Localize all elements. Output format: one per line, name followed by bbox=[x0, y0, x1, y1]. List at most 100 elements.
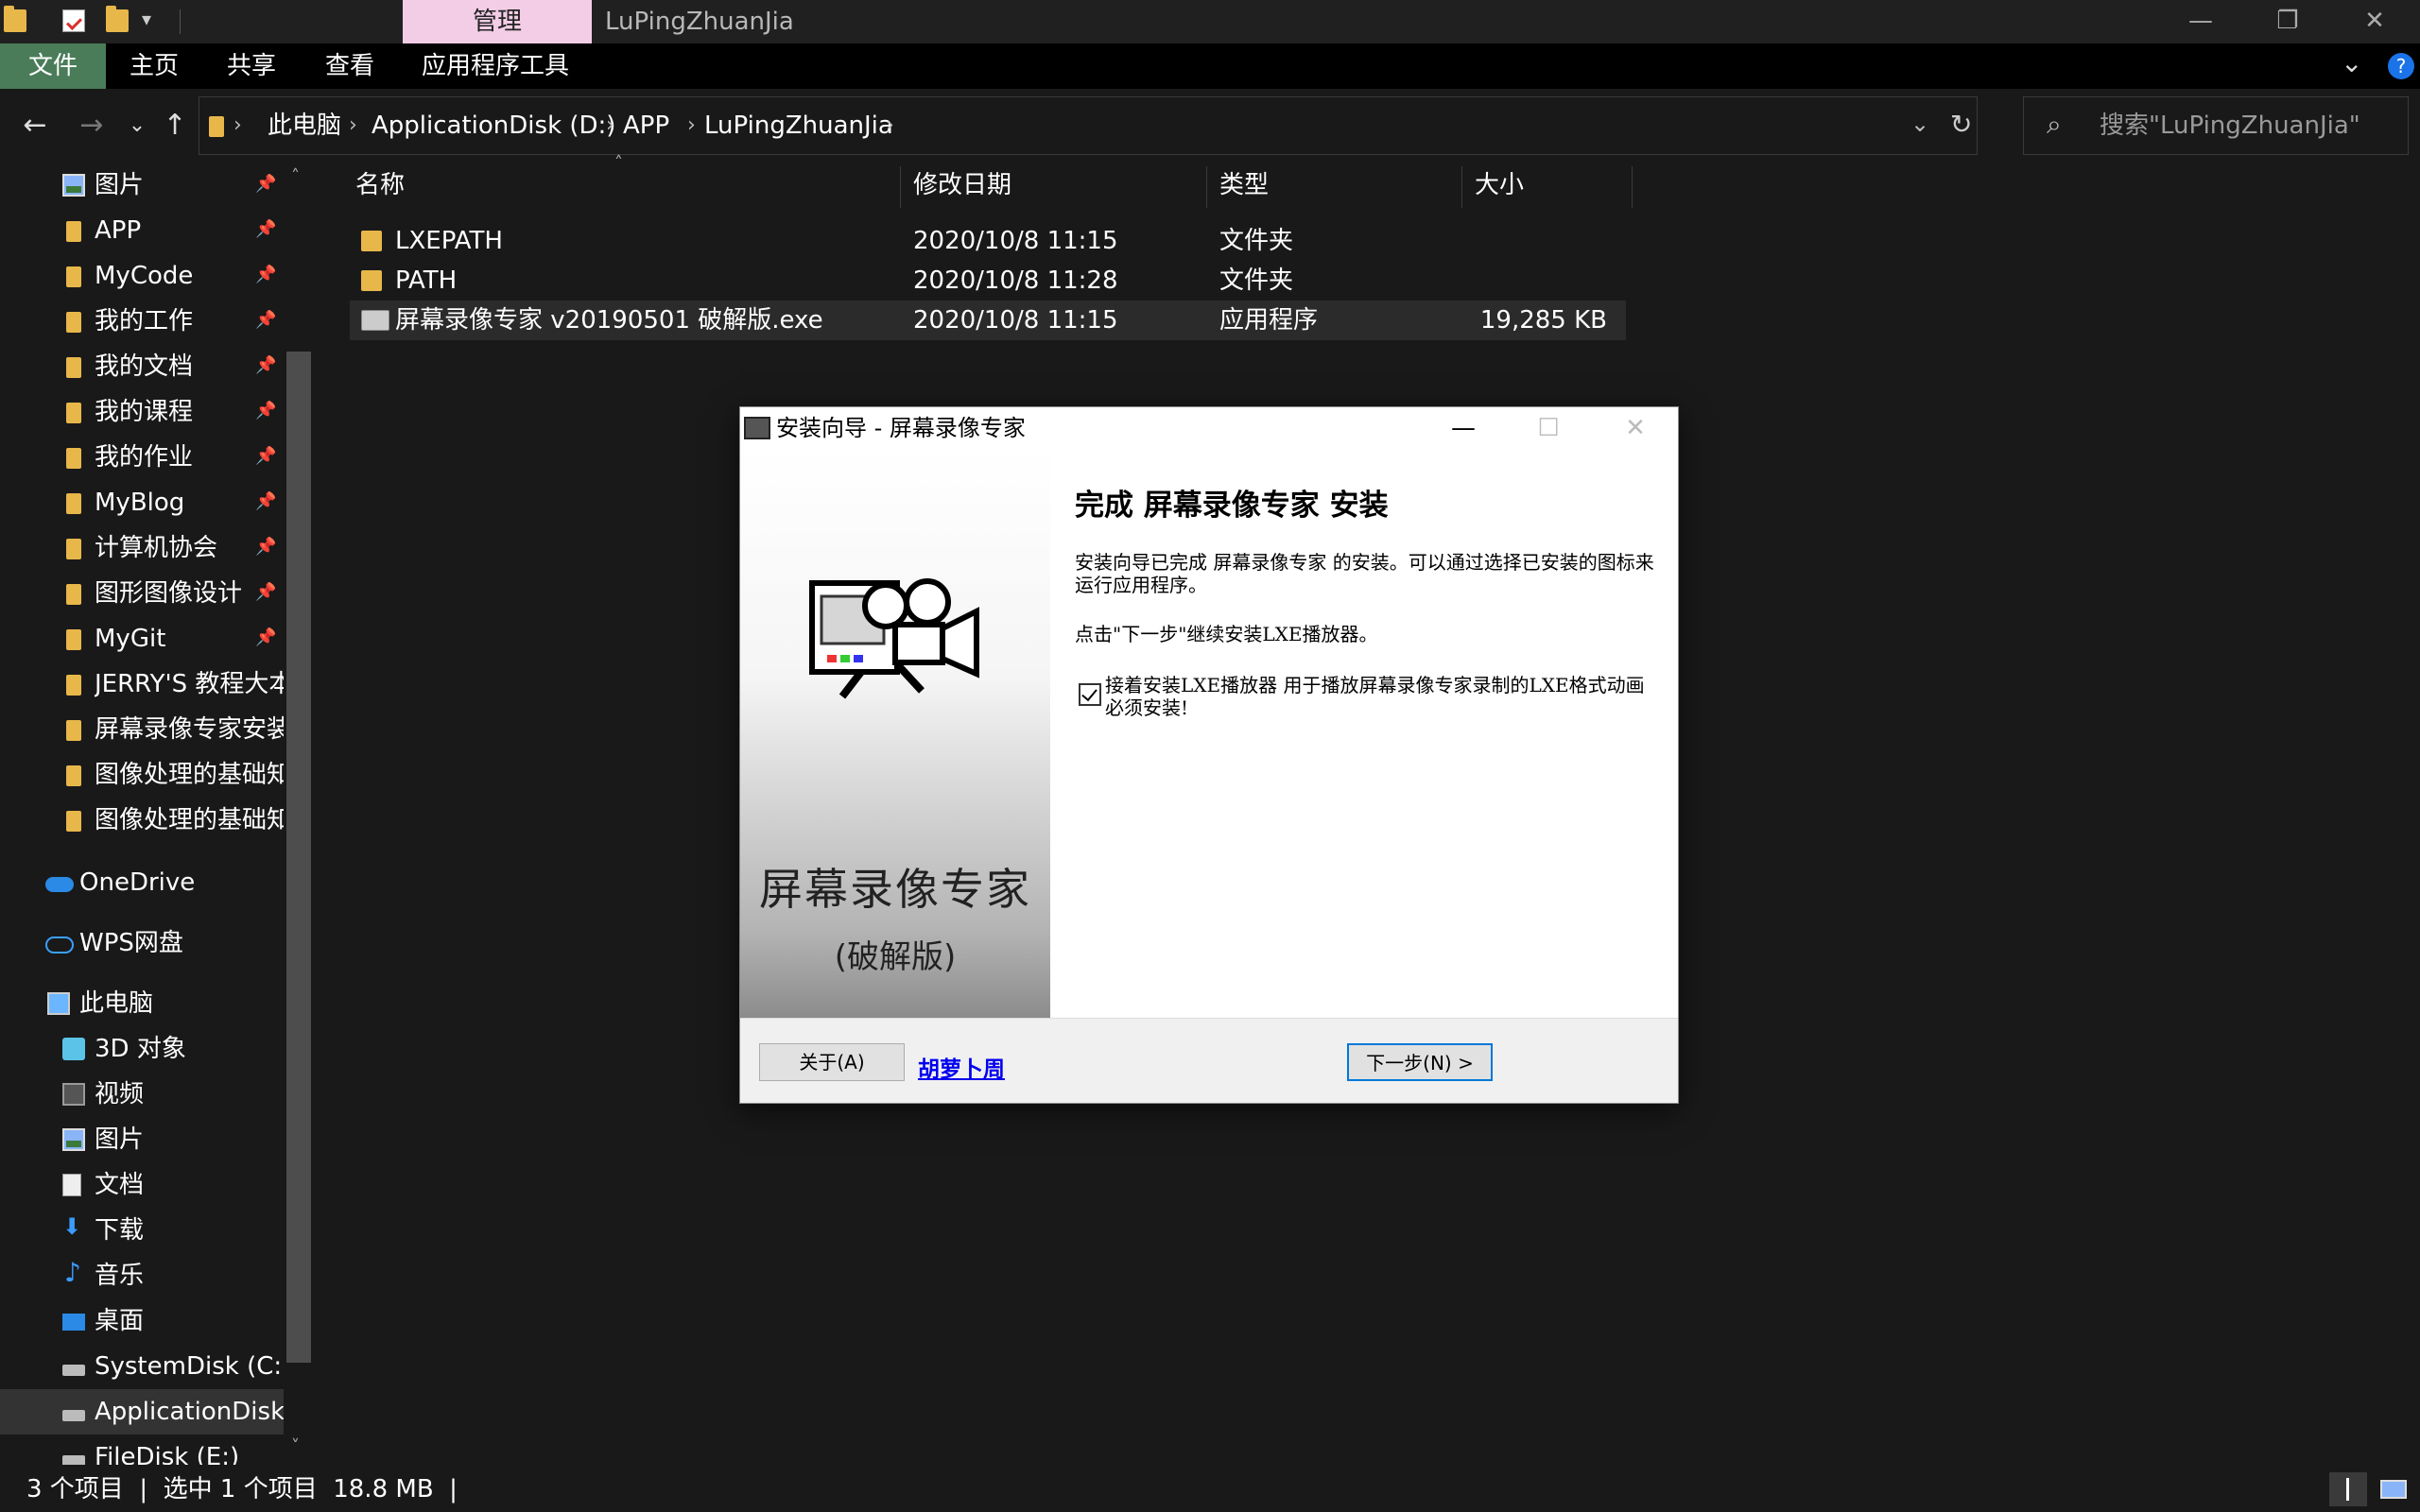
refresh-icon[interactable]: ↻ bbox=[1950, 109, 1972, 140]
sidebar-item-myblog[interactable]: MyBlog 📌 bbox=[0, 480, 284, 525]
column-header-date[interactable]: 修改日期 bbox=[913, 166, 1011, 204]
sidebar-item-my-homework[interactable]: 我的作业 📌 bbox=[0, 435, 284, 480]
install-lxe-checkbox-label[interactable]: 接着安装LXE播放器 用于播放屏幕录像专家录制的LXE格式动画 必须安装! bbox=[1105, 674, 1653, 719]
install-lxe-checkbox[interactable] bbox=[1079, 683, 1101, 706]
sidebar-item-this-pc[interactable]: 此电脑 bbox=[0, 981, 284, 1026]
sidebar-item-my-work[interactable]: 我的工作 📌 bbox=[0, 299, 284, 344]
breadcrumb-this-pc[interactable]: 此电脑 bbox=[268, 97, 341, 154]
sidebar-item-label: 桌面 bbox=[95, 1307, 145, 1335]
sidebar-item-pictures-pinned[interactable]: 图片 📌 bbox=[0, 163, 284, 208]
sidebar-item-mycode[interactable]: MyCode 📌 bbox=[0, 253, 284, 299]
file-type: 文件夹 bbox=[1219, 266, 1294, 295]
sidebar-item-image-basics-1[interactable]: 图像处理的基础知识 bbox=[0, 752, 284, 798]
breadcrumb-separator[interactable]: › bbox=[606, 97, 614, 154]
tab-file[interactable]: 文件 bbox=[0, 43, 106, 89]
column-header-size[interactable]: 大小 bbox=[1475, 166, 1524, 204]
forward-arrow-icon[interactable]: → bbox=[70, 104, 113, 147]
wps-cloud-icon bbox=[45, 936, 74, 954]
sidebar-item-mygit[interactable]: MyGit 📌 bbox=[0, 616, 284, 662]
sidebar-item-app[interactable]: APP 📌 bbox=[0, 208, 284, 253]
drive-icon bbox=[62, 1455, 85, 1465]
folder-icon[interactable] bbox=[4, 6, 26, 32]
dialog-message: 安装向导已完成 屏幕录像专家 的安装。可以通过选择已安装的图标来运行应用程序。 bbox=[1075, 551, 1654, 596]
back-arrow-icon[interactable]: ← bbox=[13, 104, 57, 147]
large-icons-view-icon[interactable] bbox=[2375, 1472, 2412, 1506]
sidebar-item-3d-objects[interactable]: 3D 对象 bbox=[0, 1026, 284, 1072]
file-type: 应用程序 bbox=[1219, 306, 1319, 335]
sidebar-item-drive-c[interactable]: SystemDisk (C:) bbox=[0, 1344, 284, 1389]
sidebar-item-jerry-tutorials[interactable]: JERRY'S 教程大本营 bbox=[0, 662, 284, 707]
sidebar-item-label: 视频 bbox=[95, 1080, 145, 1108]
maximize-button[interactable]: ❐ bbox=[2244, 0, 2331, 43]
sort-ascending-icon: ˄ bbox=[614, 153, 623, 173]
downloads-icon bbox=[62, 1213, 81, 1242]
address-dropdown-icon[interactable]: ⌄ bbox=[1910, 111, 1929, 137]
sidebar-item-desktop[interactable]: 桌面 bbox=[0, 1298, 284, 1344]
scroll-up-icon[interactable]: ˄ bbox=[291, 166, 300, 186]
properties-icon[interactable] bbox=[62, 9, 85, 32]
scroll-down-icon[interactable]: ˅ bbox=[291, 1436, 300, 1456]
pin-icon: 📌 bbox=[255, 537, 277, 557]
app-executable-icon bbox=[361, 310, 389, 331]
breadcrumb-separator[interactable]: › bbox=[349, 97, 357, 154]
sidebar-item-wps[interactable]: WPS网盘 bbox=[0, 920, 284, 966]
sidebar-item-downloads[interactable]: 下载 bbox=[0, 1208, 284, 1253]
tab-view[interactable]: 查看 bbox=[301, 43, 399, 89]
breadcrumb-drive[interactable]: ApplicationDisk (D:) bbox=[372, 97, 615, 154]
pin-icon: 📌 bbox=[255, 265, 277, 284]
column-divider[interactable] bbox=[1461, 166, 1462, 208]
column-divider[interactable] bbox=[900, 166, 901, 208]
tab-manage[interactable]: 管理 bbox=[403, 0, 592, 43]
breadcrumb-current[interactable]: LuPingZhuanJia bbox=[704, 97, 893, 154]
breadcrumb-app[interactable]: APP bbox=[623, 97, 669, 154]
breadcrumb-separator[interactable]: › bbox=[886, 97, 894, 154]
camera-app-icon bbox=[744, 417, 770, 439]
new-folder-icon[interactable] bbox=[106, 6, 129, 32]
sidebar-item-my-documents[interactable]: 我的文档 📌 bbox=[0, 344, 284, 389]
column-divider[interactable] bbox=[1206, 166, 1207, 208]
sidebar-scrollbar-thumb[interactable] bbox=[286, 352, 311, 1363]
file-row[interactable]: PATH 2020/10/8 11:28 文件夹 bbox=[350, 261, 1626, 301]
sidebar-item-pictures[interactable]: 图片 bbox=[0, 1117, 284, 1162]
folder-icon bbox=[66, 357, 81, 378]
sidebar-item-documents[interactable]: 文档 bbox=[0, 1162, 284, 1208]
sidebar-item-videos[interactable]: 视频 bbox=[0, 1072, 284, 1117]
sidebar-item-music[interactable]: 音乐 bbox=[0, 1253, 284, 1298]
column-divider[interactable] bbox=[1632, 166, 1633, 208]
file-date: 2020/10/8 11:15 bbox=[913, 227, 1118, 255]
sidebar-item-computer-assoc[interactable]: 计算机协会 📌 bbox=[0, 525, 284, 571]
search-input[interactable]: ⌕ 搜索"LuPingZhuanJia" bbox=[2023, 96, 2409, 155]
sidebar-item-image-basics-2[interactable]: 图像处理的基础知识 bbox=[0, 798, 284, 843]
chevron-down-icon[interactable]: ⌄ bbox=[2341, 47, 2362, 78]
file-row[interactable]: LXEPATH 2020/10/8 11:15 文件夹 bbox=[350, 221, 1626, 261]
customize-toolbar-icon[interactable]: ▾ bbox=[142, 8, 151, 30]
file-row-selected[interactable]: 屏幕录像专家 v20190501 破解版.exe 2020/10/8 11:15… bbox=[350, 301, 1626, 340]
close-button[interactable]: ✕ bbox=[2331, 0, 2418, 43]
column-header-name[interactable]: 名称 bbox=[355, 166, 405, 204]
details-view-icon[interactable] bbox=[2329, 1472, 2367, 1506]
sidebar-item-graphic-design[interactable]: 图形图像设计 📌 bbox=[0, 571, 284, 616]
tab-share[interactable]: 共享 bbox=[202, 43, 301, 89]
about-button[interactable]: 关于(A) bbox=[759, 1043, 905, 1081]
dialog-minimize-button[interactable]: — bbox=[1421, 407, 1506, 449]
tab-home[interactable]: 主页 bbox=[106, 43, 202, 89]
address-bar[interactable]: › 此电脑 › ApplicationDisk (D:) › APP › LuP… bbox=[199, 96, 1978, 155]
sidebar-item-drive-d[interactable]: ApplicationDisk (D:) bbox=[0, 1389, 284, 1435]
folder-icon bbox=[66, 266, 81, 287]
tab-app-tools[interactable]: 应用程序工具 bbox=[403, 43, 588, 89]
help-icon[interactable]: ? bbox=[2388, 53, 2414, 79]
pin-icon: 📌 bbox=[255, 446, 277, 466]
sidebar-item-drive-e[interactable]: FileDisk (E:) bbox=[0, 1435, 284, 1465]
sidebar-item-onedrive[interactable]: OneDrive bbox=[0, 860, 284, 905]
breadcrumb-separator[interactable]: › bbox=[233, 97, 242, 154]
pin-icon: 📌 bbox=[255, 219, 277, 239]
up-arrow-icon[interactable]: ↑ bbox=[153, 104, 197, 147]
next-button[interactable]: 下一步(N) > bbox=[1347, 1043, 1493, 1081]
author-link[interactable]: 胡萝卜周 bbox=[918, 1051, 1005, 1083]
folder-icon bbox=[66, 539, 81, 559]
sidebar-item-my-courses[interactable]: 我的课程 📌 bbox=[0, 389, 284, 435]
column-header-type[interactable]: 类型 bbox=[1219, 166, 1269, 204]
sidebar-item-installer-folder[interactable]: 屏幕录像专家安装前 bbox=[0, 707, 284, 752]
minimize-button[interactable]: — bbox=[2157, 0, 2244, 43]
breadcrumb-separator[interactable]: › bbox=[687, 97, 696, 154]
